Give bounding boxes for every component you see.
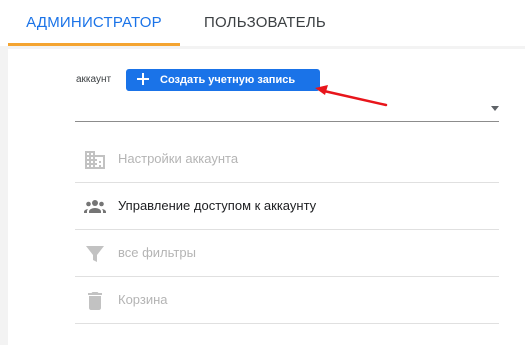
account-column-label: аккаунт xyxy=(76,74,112,85)
menu-item-access-management[interactable]: Управление доступом к аккаунту xyxy=(75,183,499,230)
menu-item-trash[interactable]: Корзина xyxy=(75,277,499,324)
menu-item-label: Управление доступом к аккаунту xyxy=(118,198,317,213)
create-account-button-label: Создать учетную запись xyxy=(160,74,296,86)
menu-item-label: Корзина xyxy=(118,292,168,307)
trash-icon xyxy=(88,292,102,310)
menu-item-label: Настройки аккаунта xyxy=(118,151,239,166)
tab-admin[interactable]: АДМИНИСТРАТОР xyxy=(8,0,180,46)
dropdown-arrow-icon xyxy=(491,106,499,111)
tab-bar: АДМИНИСТРАТОР ПОЛЬЗОВАТЕЛЬ xyxy=(0,0,525,46)
filter-icon xyxy=(86,246,104,262)
menu-item-all-filters[interactable]: все фильтры xyxy=(75,230,499,277)
plus-icon xyxy=(137,73,149,85)
people-icon xyxy=(84,200,106,213)
annotation-arrow-icon xyxy=(315,85,388,107)
tab-user[interactable]: ПОЛЬЗОВАТЕЛЬ xyxy=(204,0,326,46)
create-account-button[interactable]: Создать учетную запись xyxy=(126,69,320,91)
account-panel: аккаунт Создать учетную запись Настройки… xyxy=(8,49,525,345)
building-icon xyxy=(85,151,105,169)
menu-item-label: все фильтры xyxy=(118,245,196,260)
menu-item-account-settings[interactable]: Настройки аккаунта xyxy=(75,136,499,183)
account-select[interactable] xyxy=(75,99,499,122)
